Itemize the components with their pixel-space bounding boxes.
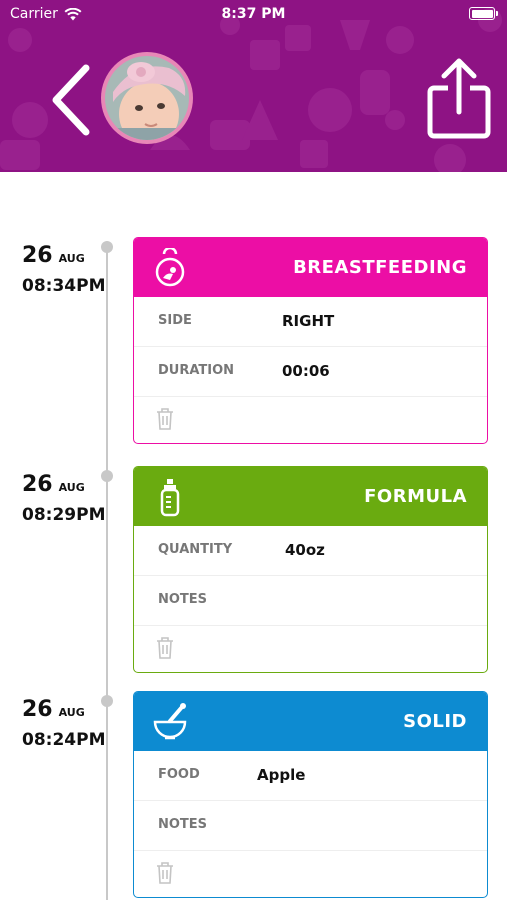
field-row: NOTES <box>134 801 487 851</box>
card-actions <box>134 397 487 443</box>
card-title: SOLID <box>403 711 467 732</box>
chevron-left-icon <box>52 64 90 136</box>
card-actions <box>134 851 487 897</box>
field-value: 40oz <box>285 541 325 559</box>
entry-day: 26 <box>22 697 53 722</box>
entry-month: AUG <box>58 481 85 494</box>
entry-day: 26 <box>22 243 53 268</box>
formula-card[interactable]: FORMULA QUANTITY 40oz NOTES <box>133 466 488 673</box>
timeline-line <box>106 246 108 900</box>
entry-date: 26 AUG 08:24PM <box>22 697 106 750</box>
entry-time: 08:34PM <box>22 276 106 296</box>
bottle-icon <box>160 479 180 517</box>
field-value: RIGHT <box>282 312 335 330</box>
status-bar: Carrier 8:37 PM <box>0 0 507 28</box>
trash-icon[interactable] <box>155 407 175 431</box>
field-row: NOTES <box>134 576 487 626</box>
share-icon <box>427 58 491 139</box>
card-header: SOLID <box>134 692 487 751</box>
entry-date: 26 AUG 08:29PM <box>22 472 106 525</box>
baby-avatar[interactable] <box>101 52 193 146</box>
field-label: FOOD <box>158 767 200 782</box>
mortar-bowl-icon <box>153 703 187 740</box>
field-row: DURATION 00:06 <box>134 347 487 397</box>
status-time: 8:37 PM <box>221 6 286 22</box>
app-header: Carrier 8:37 PM <box>0 0 507 172</box>
battery-icon <box>469 7 498 20</box>
entry-month: AUG <box>58 252 85 265</box>
breastfeeding-card[interactable]: BREASTFEEDING SIDE RIGHT DURATION 00:06 <box>133 237 488 444</box>
entry-month: AUG <box>58 706 85 719</box>
card-title: FORMULA <box>364 486 467 507</box>
entry-time: 08:29PM <box>22 505 106 525</box>
trash-icon[interactable] <box>155 636 175 660</box>
back-button[interactable] <box>46 62 96 138</box>
field-label: NOTES <box>158 817 208 832</box>
field-value: 00:06 <box>282 362 330 380</box>
card-title: BREASTFEEDING <box>293 257 467 278</box>
field-row: QUANTITY 40oz <box>134 526 487 576</box>
share-button[interactable] <box>426 56 492 140</box>
field-label: SIDE <box>158 313 192 328</box>
baby-photo <box>105 56 189 146</box>
solid-card[interactable]: SOLID FOOD Apple NOTES <box>133 691 488 898</box>
field-label: NOTES <box>158 592 208 607</box>
breastfeeding-icon <box>155 248 185 287</box>
card-actions <box>134 626 487 672</box>
card-header: FORMULA <box>134 467 487 526</box>
entry-time: 08:24PM <box>22 730 106 750</box>
field-row: SIDE RIGHT <box>134 297 487 347</box>
field-row: FOOD Apple <box>134 751 487 801</box>
field-label: DURATION <box>158 363 235 378</box>
field-value: Apple <box>257 766 306 784</box>
entry-day: 26 <box>22 472 53 497</box>
trash-icon[interactable] <box>155 861 175 885</box>
card-header: BREASTFEEDING <box>134 238 487 297</box>
field-label: QUANTITY <box>158 542 233 557</box>
entry-date: 26 AUG 08:34PM <box>22 243 106 296</box>
